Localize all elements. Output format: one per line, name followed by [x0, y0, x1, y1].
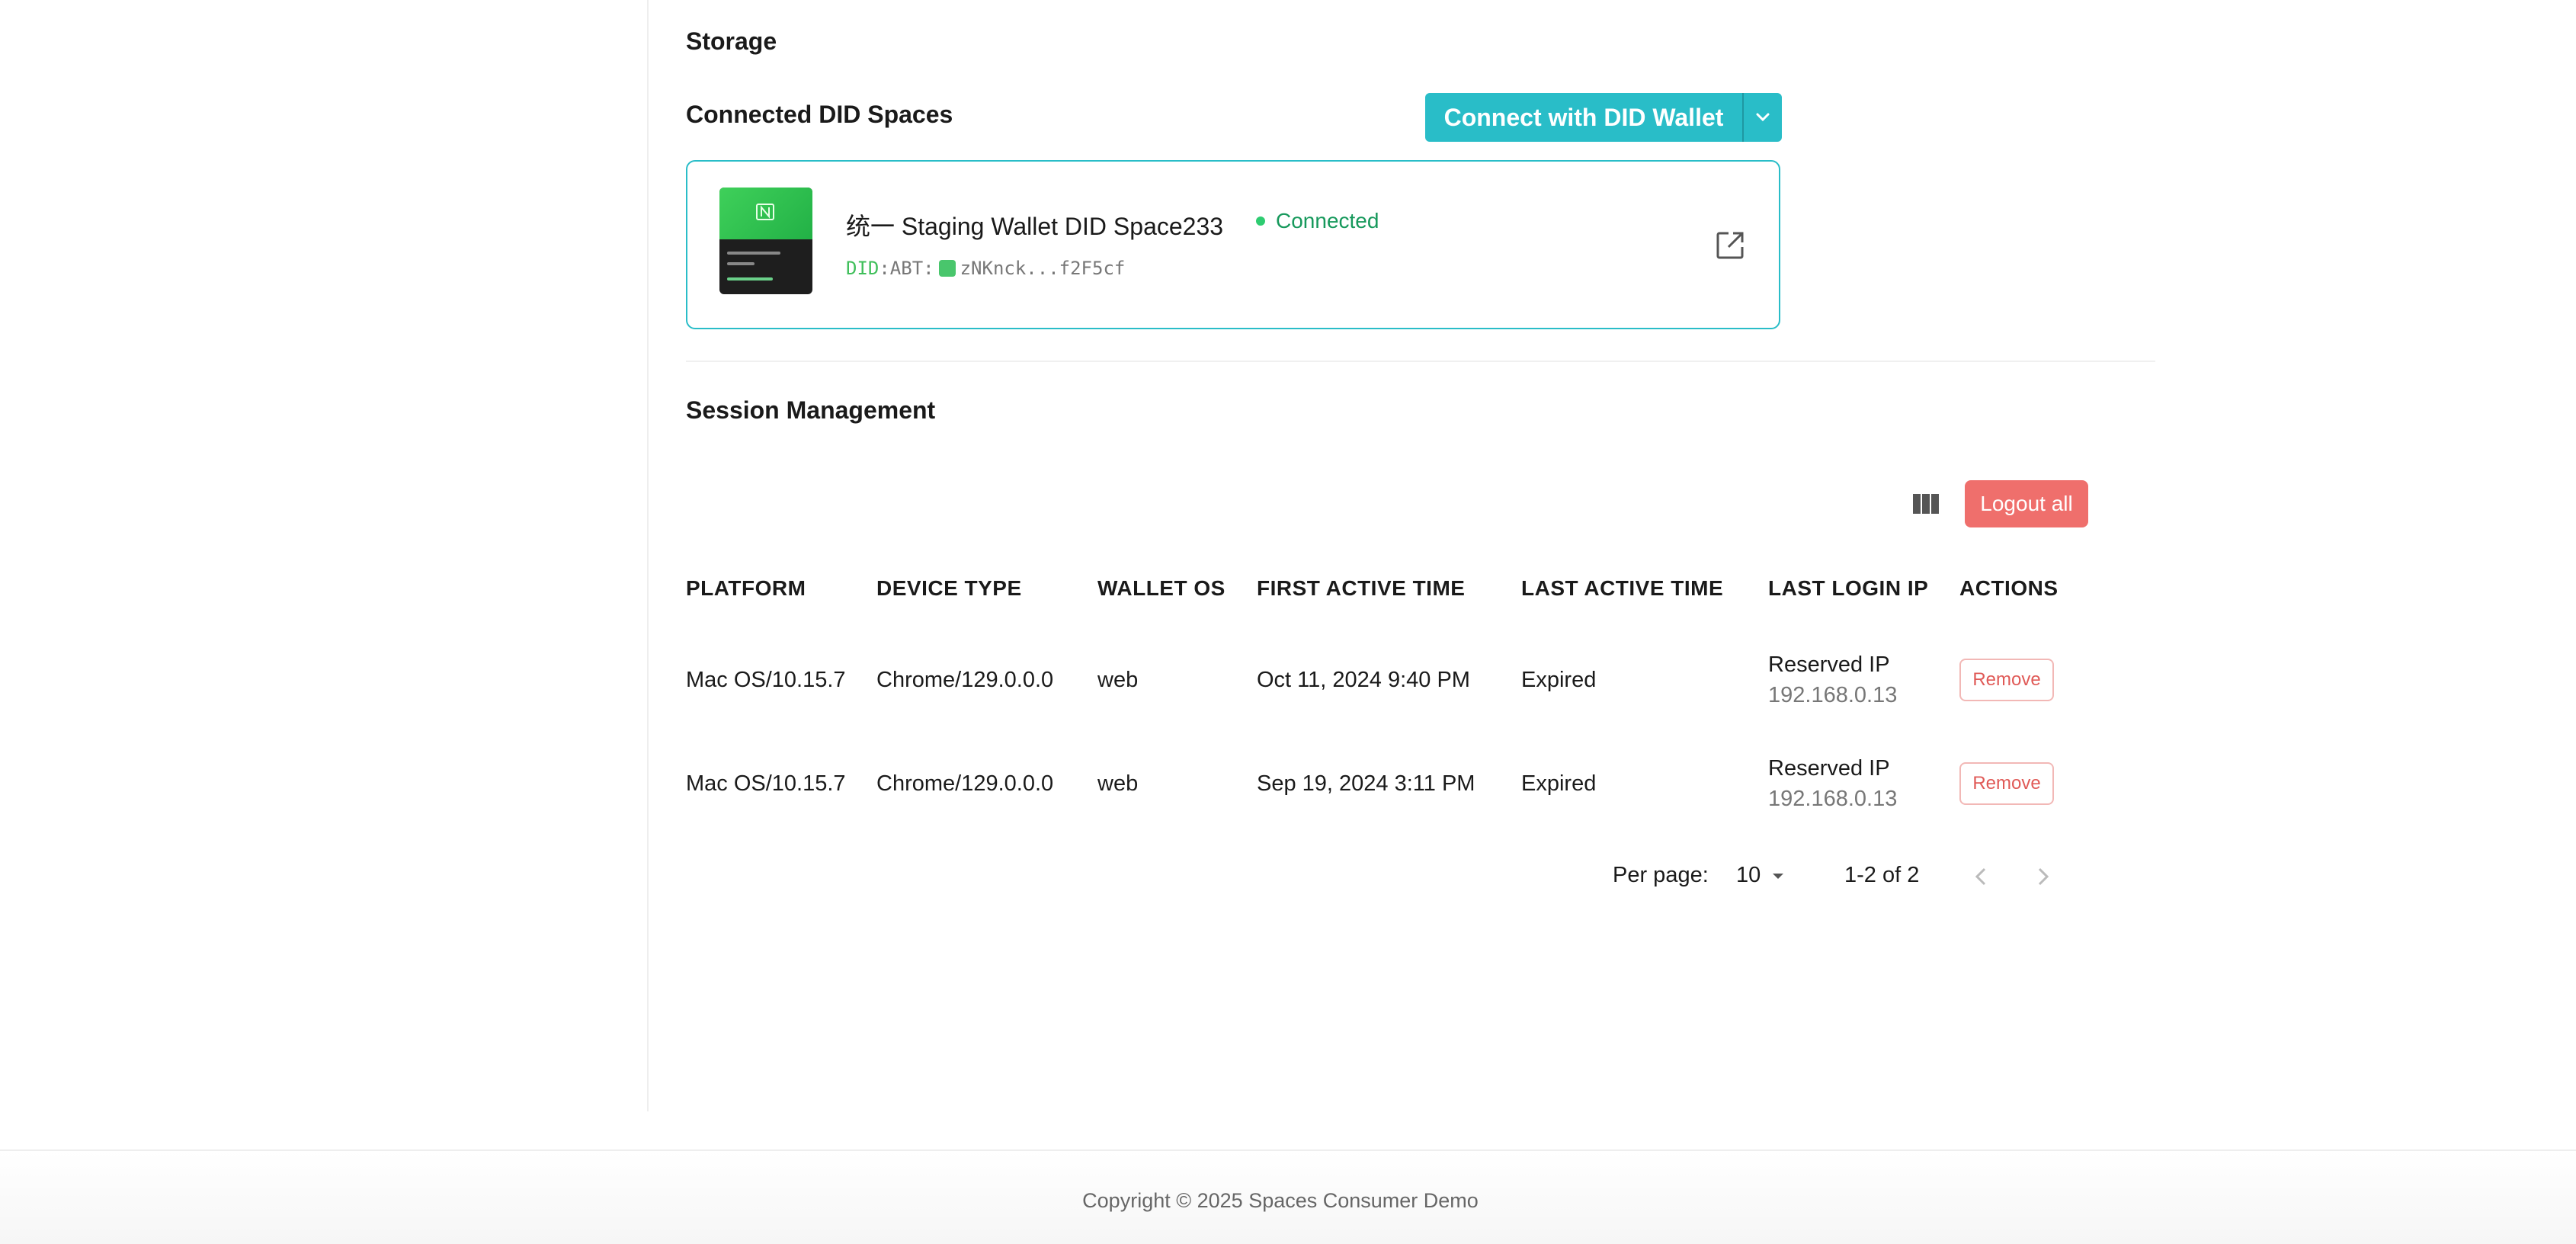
cell-last-active: Expired	[1521, 668, 1597, 692]
column-header-platform: PLATFORM	[686, 576, 806, 600]
cell-ip-label: Reserved IP	[1768, 652, 1890, 677]
remove-session-button[interactable]: Remove	[1959, 659, 2054, 701]
space-name: 统一 Staging Wallet DID Space233	[846, 213, 1224, 240]
cell-platform: Mac OS/10.15.7	[686, 771, 846, 796]
connect-did-wallet-button[interactable]: Connect with DID Wallet	[1425, 93, 1782, 142]
connected-spaces-title: Connected DID Spaces	[686, 101, 953, 128]
did-namespace: :ABT:	[879, 258, 934, 279]
caret-down-icon	[1773, 873, 1784, 879]
column-header-last-active: LAST ACTIVE TIME	[1521, 576, 1724, 600]
did-value: zNKnck...f2F5cf	[960, 258, 1126, 279]
did-avatar-icon	[938, 260, 956, 277]
status-badge: Connected	[1256, 209, 1379, 233]
cell-wallet-os: web	[1097, 668, 1139, 692]
per-page-label: Per page:	[1613, 863, 1709, 887]
connect-did-wallet-label[interactable]: Connect with DID Wallet	[1425, 93, 1742, 142]
session-management-title: Session Management	[686, 396, 936, 424]
per-page-value[interactable]: 10	[1736, 863, 1761, 888]
open-in-new-icon[interactable]	[1713, 229, 1747, 262]
connect-dropdown-toggle[interactable]	[1742, 93, 1782, 142]
did-address: DID :ABT: zNKnck...f2F5cf	[846, 258, 1125, 279]
section-divider	[686, 361, 2155, 362]
remove-session-button[interactable]: Remove	[1959, 762, 2054, 805]
column-header-actions: ACTIONS	[1959, 576, 2059, 600]
per-page-select[interactable]: 10	[1736, 863, 1788, 888]
status-label: Connected	[1276, 209, 1379, 232]
cell-first-active: Sep 19, 2024 3:11 PM	[1257, 771, 1475, 796]
space-logo-icon	[756, 204, 774, 220]
pagination-range: 1-2 of 2	[1844, 863, 1920, 887]
cell-ip-label: Reserved IP	[1768, 756, 1890, 781]
cell-wallet-os: web	[1097, 771, 1139, 796]
next-page-icon[interactable]	[2027, 861, 2058, 892]
logout-all-button[interactable]: Logout all	[1965, 480, 2088, 527]
previous-page-icon[interactable]	[1966, 861, 1997, 892]
storage-title: Storage	[686, 27, 777, 55]
did-space-card[interactable]: 统一 Staging Wallet DID Space233 Connected…	[686, 160, 1780, 329]
columns-icon[interactable]	[1911, 491, 1940, 517]
cell-first-active: Oct 11, 2024 9:40 PM	[1257, 668, 1470, 692]
column-header-first-active: FIRST ACTIVE TIME	[1257, 576, 1466, 600]
column-header-wallet-os: WALLET OS	[1097, 576, 1226, 600]
status-dot-icon	[1256, 216, 1265, 226]
cell-ip: 192.168.0.13	[1768, 787, 1898, 811]
column-header-last-login-ip: LAST LOGIN IP	[1768, 576, 1929, 600]
copyright: Copyright © 2025 Spaces Consumer Demo	[1082, 1189, 1479, 1212]
space-thumbnail	[719, 188, 812, 294]
chevron-down-icon	[1756, 113, 1770, 122]
cell-platform: Mac OS/10.15.7	[686, 668, 846, 692]
sidebar-divider	[647, 0, 649, 1111]
cell-last-active: Expired	[1521, 771, 1597, 796]
cell-device-type: Chrome/129.0.0.0	[876, 668, 1054, 692]
cell-ip: 192.168.0.13	[1768, 683, 1898, 707]
column-header-device-type: DEVICE TYPE	[876, 576, 1022, 600]
did-prefix: DID	[846, 258, 879, 279]
cell-device-type: Chrome/129.0.0.0	[876, 771, 1054, 796]
